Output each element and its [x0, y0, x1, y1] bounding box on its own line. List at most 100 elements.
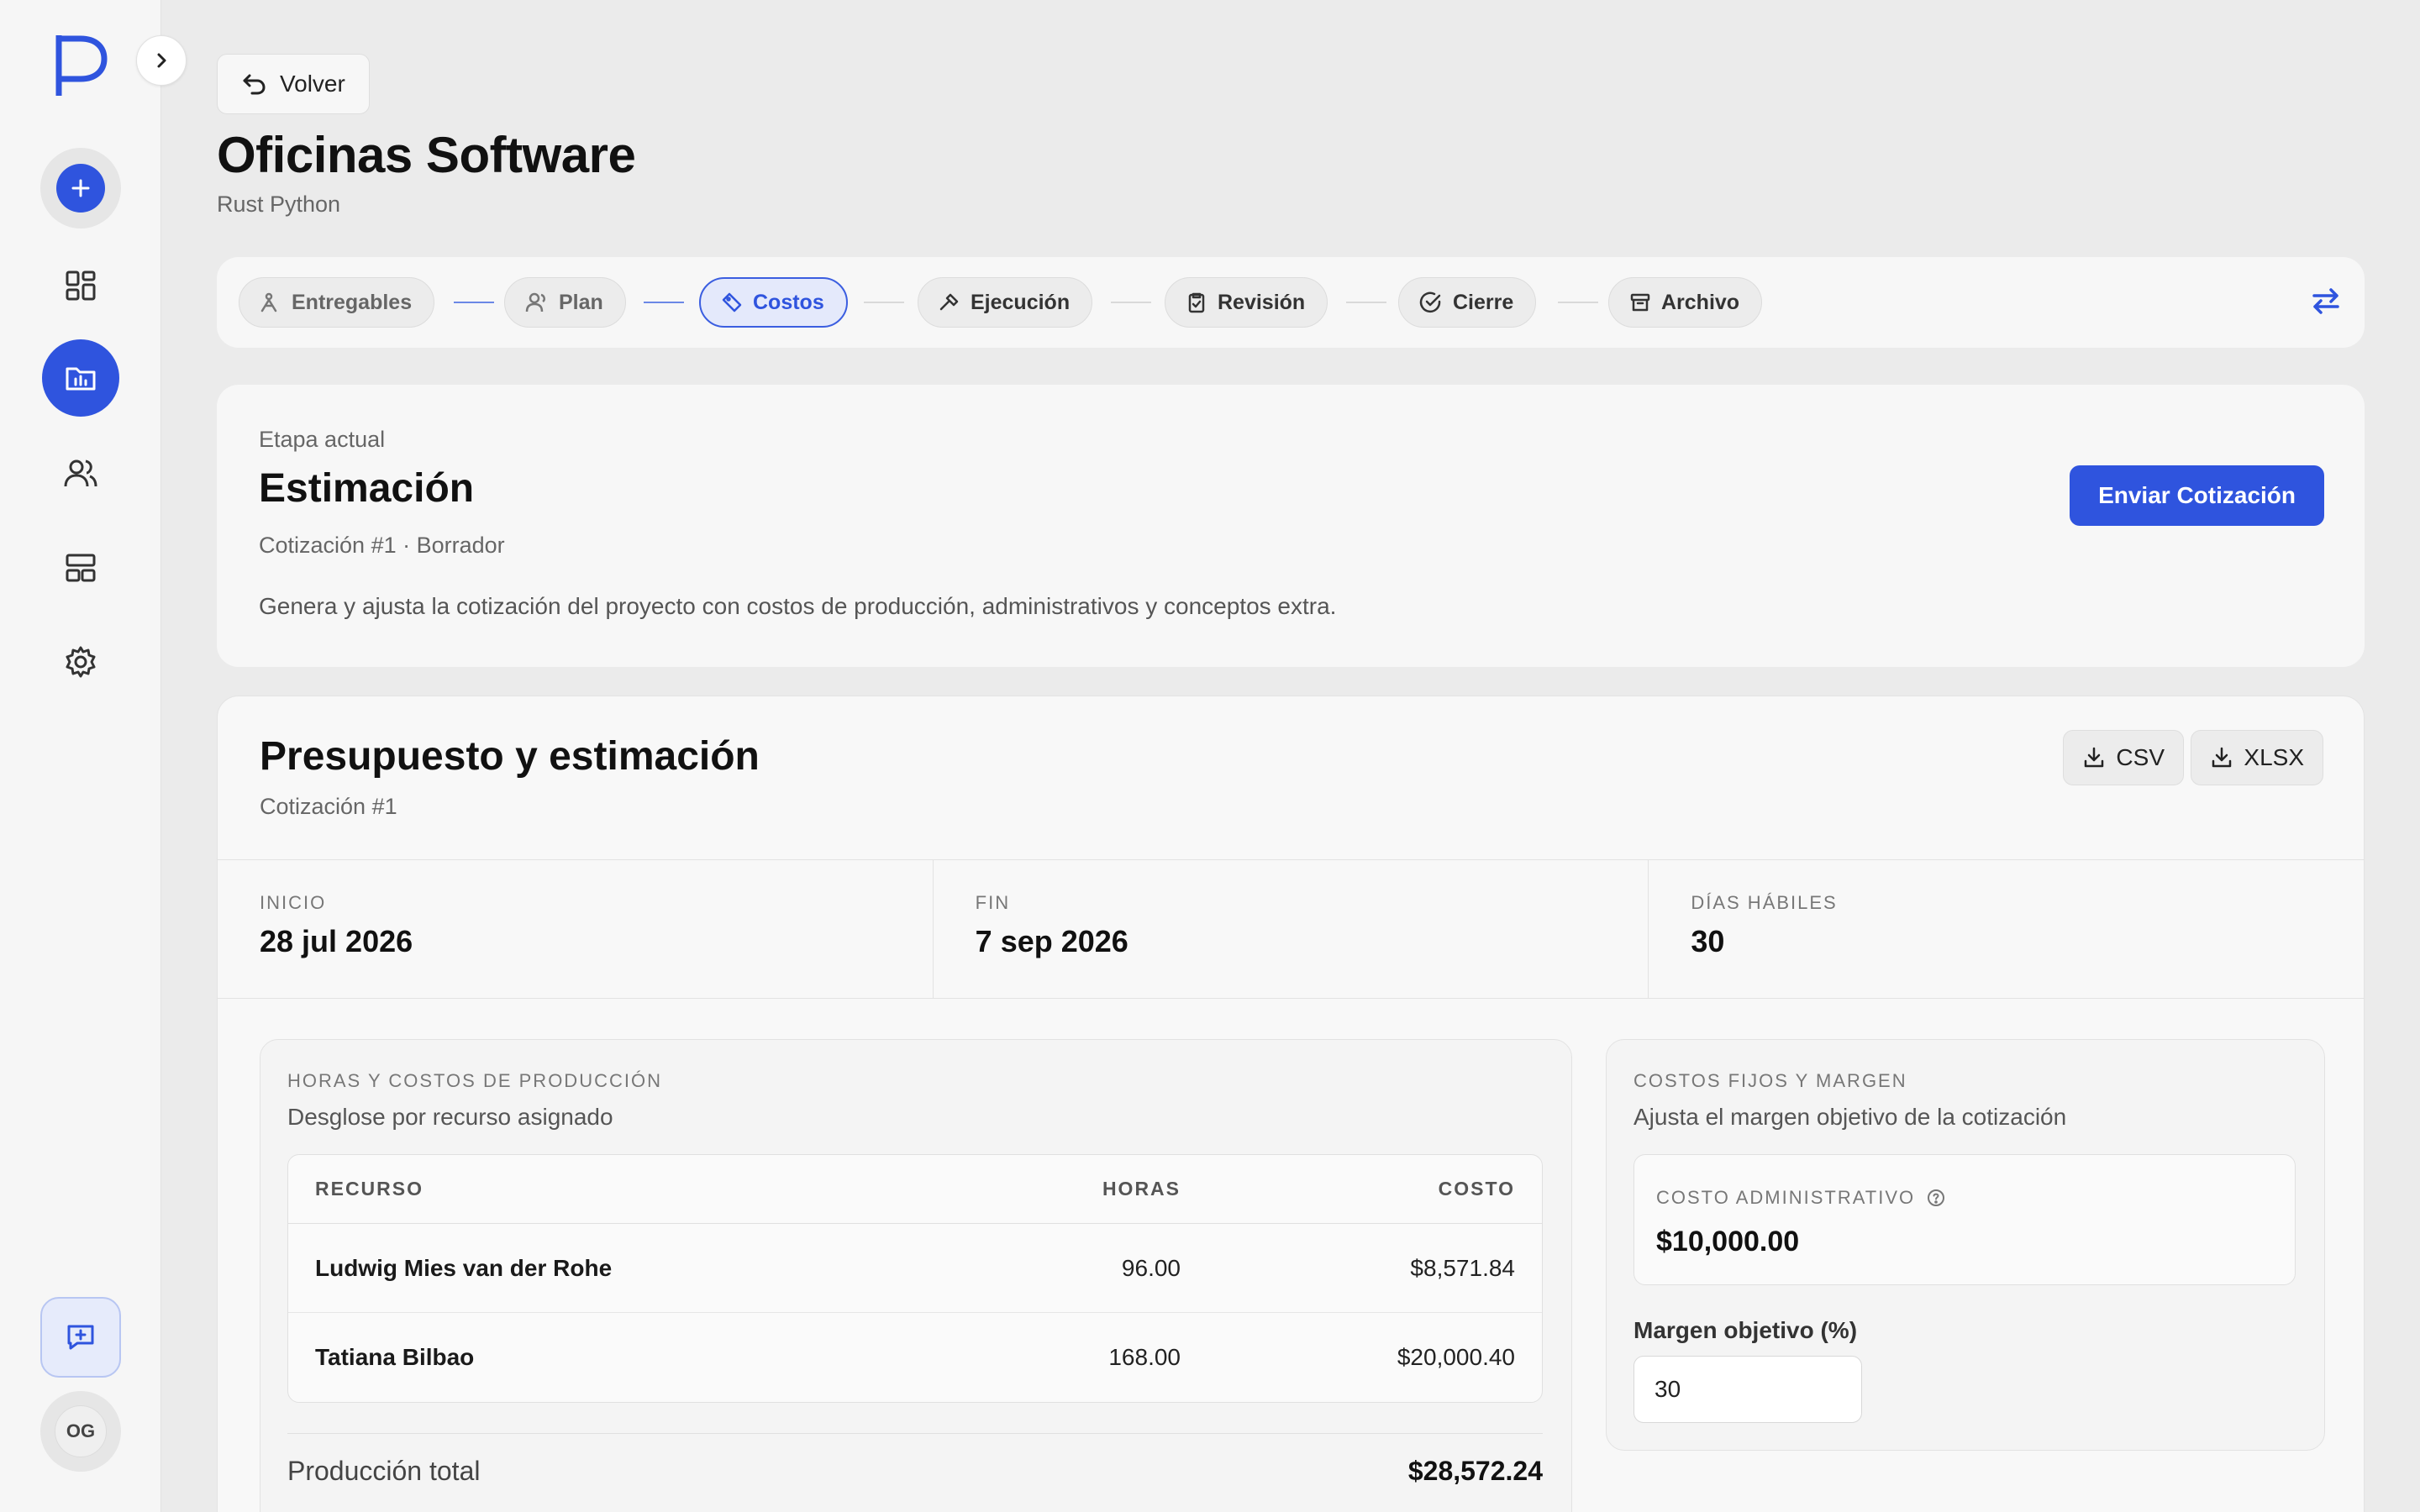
resource-name: Ludwig Mies van der Rohe	[315, 1254, 613, 1281]
add-button[interactable]	[40, 148, 121, 228]
folder-chart-icon	[66, 367, 96, 391]
step-connector	[864, 302, 904, 303]
export-csv-label: CSV	[2116, 744, 2165, 770]
business-days: DÍAS HÁBILES 30	[1649, 860, 2364, 998]
stage-stepper: Entregables Plan Costos Ejecución Revisi…	[217, 257, 2365, 348]
end-date-value: 7 sep 2026	[975, 924, 1128, 958]
end-date: FIN 7 sep 2026	[934, 860, 1649, 998]
chevron-right-icon	[157, 53, 166, 68]
step-archivo[interactable]: Archivo	[1608, 277, 1763, 328]
column-header-hours[interactable]: HORAS	[903, 1178, 1181, 1200]
stage-label: Etapa actual	[259, 427, 386, 452]
hammer-icon	[939, 293, 959, 311]
avatar[interactable]: OG	[40, 1391, 121, 1472]
page-title: Oficinas Software	[217, 127, 636, 183]
resource-hours: 168.00	[1108, 1344, 1181, 1370]
production-total-label: Producción total	[287, 1456, 481, 1486]
download-icon	[2212, 747, 2232, 768]
check-circle-icon	[1419, 291, 1441, 313]
archive-icon	[1630, 293, 1650, 312]
end-date-label: FIN	[975, 892, 1011, 913]
step-entregables[interactable]: Entregables	[239, 277, 435, 328]
column-header-cost[interactable]: COSTO	[1181, 1178, 1515, 1200]
layout-icon	[66, 554, 96, 582]
sidebar-item-projects[interactable]	[42, 339, 119, 417]
table-header: RECURSO HORAS COSTO	[288, 1155, 1542, 1224]
step-label: Archivo	[1661, 290, 1740, 314]
admin-cost-value: $10,000.00	[1656, 1226, 1800, 1257]
fixed-costs-kicker: COSTOS FIJOS Y MARGEN	[1634, 1070, 1907, 1091]
sidebar-item-users[interactable]	[40, 433, 121, 514]
budget-title: Presupuesto y estimación	[260, 734, 760, 779]
step-label: Plan	[559, 290, 603, 314]
admin-cost-label: COSTO ADMINISTRATIVO	[1656, 1187, 1916, 1208]
start-date-value: 28 jul 2026	[260, 924, 413, 958]
clipboard-check-icon	[1188, 292, 1205, 313]
step-plan[interactable]: Plan	[504, 277, 626, 328]
help-icon[interactable]	[1927, 1189, 1945, 1207]
users-icon	[525, 292, 545, 312]
business-days-label: DÍAS HÁBILES	[1691, 892, 1838, 913]
deliverable-icon	[260, 292, 277, 312]
production-subtitle: Desglose por recurso asignado	[287, 1104, 613, 1130]
production-total: Producción total $28,572.24	[287, 1433, 1543, 1487]
dates-summary: INICIO 28 jul 2026 FIN 7 sep 2026 DÍAS H…	[218, 859, 2364, 999]
back-button[interactable]: Volver	[217, 54, 370, 114]
production-total-value: $28,572.24	[1407, 1456, 1543, 1486]
stage-title: Estimación	[259, 466, 475, 511]
users-icon	[64, 459, 97, 487]
gear-icon	[66, 646, 96, 678]
resource-hours: 96.00	[1121, 1254, 1181, 1281]
budget-card: Presupuesto y estimación Cotización #1 C…	[217, 696, 2365, 1512]
table-row[interactable]: Tatiana Bilbao 168.00 $20,000.40	[288, 1313, 1542, 1402]
download-icon	[2085, 747, 2104, 768]
send-quote-button[interactable]: Enviar Cotización	[2070, 465, 2324, 526]
fixed-costs-panel: COSTOS FIJOS Y MARGEN Ajusta el margen o…	[1606, 1039, 2325, 1451]
step-revision[interactable]: Revisión	[1165, 277, 1328, 328]
step-ejecucion[interactable]: Ejecución	[918, 277, 1093, 328]
sidebar-item-layout[interactable]	[40, 528, 121, 608]
admin-cost-box: COSTO ADMINISTRATIVO $10,000.00	[1634, 1154, 2296, 1285]
sidebar-item-settings[interactable]	[40, 622, 121, 702]
resource-name: Tatiana Bilbao	[315, 1344, 475, 1370]
resource-cost: $8,571.84	[1410, 1254, 1515, 1281]
logo[interactable]	[52, 32, 111, 99]
resource-cost: $20,000.40	[1397, 1344, 1515, 1370]
sidebar: OG	[0, 0, 161, 1512]
column-header-resource[interactable]: RECURSO	[315, 1178, 903, 1200]
sidebar-item-dashboard[interactable]	[40, 245, 121, 326]
page-subtitle: Rust Python	[217, 192, 341, 217]
admin-cost-label-row: COSTO ADMINISTRATIVO	[1656, 1187, 1945, 1209]
step-label: Cierre	[1453, 290, 1514, 314]
swap-arrows-icon	[2312, 288, 2339, 314]
step-costos[interactable]: Costos	[699, 277, 848, 328]
step-connector	[1558, 302, 1598, 303]
step-connector	[454, 302, 494, 303]
table-row[interactable]: Ludwig Mies van der Rohe 96.00 $8,571.84	[288, 1224, 1542, 1313]
step-label: Costos	[753, 290, 824, 314]
quote-status: Cotización #1 · Borrador	[259, 533, 505, 558]
step-label: Revisión	[1218, 290, 1306, 314]
undo-arrow-icon	[243, 74, 266, 95]
production-costs-panel: HORAS Y COSTOS DE PRODUCCIÓN Desglose po…	[260, 1039, 1572, 1512]
sidebar-toggle-button[interactable]	[136, 35, 187, 86]
step-label: Entregables	[292, 290, 413, 314]
logo-icon	[55, 35, 108, 96]
step-connector	[1111, 302, 1151, 303]
avatar-initials: OG	[55, 1405, 107, 1457]
back-button-label: Volver	[280, 71, 345, 97]
step-connector	[1346, 302, 1386, 303]
step-connector	[644, 302, 684, 303]
start-date: INICIO 28 jul 2026	[218, 860, 934, 998]
budget-subtitle: Cotización #1	[260, 794, 397, 819]
export-xlsx-button[interactable]: XLSX	[2191, 730, 2323, 785]
chat-icon	[67, 1325, 94, 1350]
margin-input[interactable]	[1634, 1356, 1862, 1423]
step-cierre[interactable]: Cierre	[1398, 277, 1537, 328]
tag-icon	[722, 292, 742, 312]
margin-label: Margen objetivo (%)	[1634, 1317, 1858, 1343]
export-csv-button[interactable]: CSV	[2063, 730, 2184, 785]
chat-button[interactable]	[40, 1297, 121, 1378]
swap-view-button[interactable]	[2309, 284, 2343, 322]
resources-table: RECURSO HORAS COSTO Ludwig Mies van der …	[287, 1154, 1543, 1403]
